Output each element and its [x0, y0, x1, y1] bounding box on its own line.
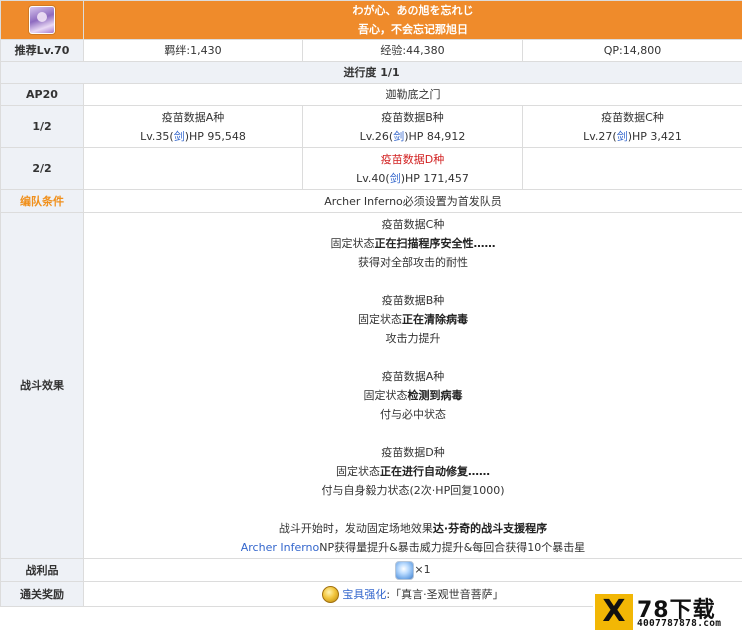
enemy-stats: Lv.35(剑)HP 95,548: [140, 129, 246, 143]
enemy-cell-empty: [521, 147, 742, 190]
effect-description: 付与自身毅力状态(2次·HP回复1000): [321, 483, 505, 497]
enemy-cell: 疫苗数据D种 Lv.40(剑)HP 171,457: [302, 147, 523, 190]
servant-link[interactable]: Archer Inferno: [241, 541, 320, 554]
effect-block: 疫苗数据A种 固定状态检测到病毒 付与必中状态: [84, 367, 742, 424]
effect-enemy: 疫苗数据D种: [381, 445, 445, 459]
bond-value: 羁绊:1,430: [83, 39, 303, 62]
enemy-name: 疫苗数据A种: [161, 110, 225, 124]
battle-effects-label: 战斗效果: [0, 212, 84, 559]
enemy-name: 疫苗数据D种: [380, 152, 445, 166]
effect-block: 疫苗数据B种 固定状态正在清除病毒 攻击力提升: [84, 291, 742, 348]
progress-label: 进行度 1/1: [0, 61, 742, 84]
site-watermark: X 78下载 4007787878.com: [593, 593, 742, 631]
quest-location: 迦勒底之门: [82, 83, 742, 106]
wave-label: 2/2: [0, 147, 84, 190]
reward-text: :「真言·圣观世音菩萨」: [386, 587, 504, 601]
effect-description: 付与必中状态: [380, 407, 447, 421]
enemy-stats: Lv.40(剑)HP 171,457: [356, 171, 469, 185]
enemy-cell: 疫苗数据B种 Lv.26(剑)HP 84,912: [302, 105, 523, 148]
effect-enemy: 疫苗数据C种: [381, 217, 445, 231]
crystal-icon[interactable]: [395, 560, 415, 580]
recommended-level: 推荐Lv.70: [0, 39, 84, 62]
enemy-cell: 疫苗数据A种 Lv.35(剑)HP 95,548: [83, 105, 303, 148]
watermark-url: 4007787878.com: [637, 618, 722, 629]
servant-icon-cell: [0, 0, 84, 40]
stats-row: 推荐Lv.70 羁绊:1,430 经验:44,380 QP:14,800: [0, 39, 742, 62]
wave-label: 1/2: [0, 105, 84, 148]
effect-enemy: 疫苗数据A种: [381, 369, 445, 383]
battle-effects-content: 疫苗数据C种 固定状态正在扫描程序安全性…… 获得对全部攻击的耐性 疫苗数据B种…: [82, 212, 742, 559]
effect-state: 固定状态正在清除病毒: [358, 312, 469, 326]
enemy-name: 疫苗数据C种: [601, 110, 664, 124]
enemy-name: 疫苗数据B种: [381, 110, 444, 124]
battle-effects-row: 战斗效果 疫苗数据C种 固定状态正在扫描程序安全性…… 获得对全部攻击的耐性 疫…: [0, 212, 742, 559]
quest-table: わが心、あの旭を忘れじ 吾心，不会忘记那旭日 推荐Lv.70 羁绊:1,430 …: [0, 0, 742, 607]
medal-icon: [322, 586, 340, 603]
formation-label: 编队条件: [0, 189, 84, 213]
ap-cost: AP20: [0, 83, 84, 106]
np-upgrade-link[interactable]: 宝具强化: [342, 588, 386, 601]
effect-block: 疫苗数据C种 固定状态正在扫描程序安全性…… 获得对全部攻击的耐性: [84, 215, 742, 272]
reward-label: 通关奖励: [0, 581, 84, 607]
enemy-stats: Lv.26(剑)HP 84,912: [359, 129, 466, 143]
wave-row-2: 2/2 疫苗数据D种 Lv.40(剑)HP 171,457: [0, 147, 742, 190]
effect-state: 固定状态正在扫描程序安全性……: [330, 236, 496, 250]
effect-state: 固定状态检测到病毒: [363, 388, 463, 402]
effect-enemy: 疫苗数据B种: [381, 293, 445, 307]
quest-title-jp: わが心、あの旭を忘れじ: [352, 4, 474, 17]
ap-row: AP20 迦勒底之门: [0, 83, 742, 106]
drop-count: ×1: [414, 563, 431, 577]
drops-content: ×1: [82, 558, 742, 582]
field-buff: Archer InfernoNP获得量提升&暴击威力提升&每回合获得10个暴击星: [240, 540, 586, 554]
enemy-cell-empty: [83, 147, 303, 190]
drops-row: 战利品 ×1: [0, 558, 742, 582]
class-link[interactable]: 剑: [617, 130, 628, 143]
qp-value: QP:14,800: [521, 39, 742, 62]
formation-condition: Archer Inferno必须设置为首发队员: [82, 189, 742, 213]
progress-row: 进行度 1/1: [0, 61, 742, 84]
quest-title: わが心、あの旭を忘れじ 吾心，不会忘记那旭日: [82, 0, 742, 40]
effect-description: 攻击力提升: [385, 331, 441, 345]
enemy-cell: 疫苗数据C种 Lv.27(剑)HP 3,421: [521, 105, 742, 148]
drops-label: 战利品: [0, 558, 84, 582]
enemy-stats: Lv.27(剑)HP 3,421: [583, 129, 682, 143]
watermark-x-logo: X: [595, 594, 633, 630]
class-link[interactable]: 剑: [393, 130, 404, 143]
servant-portrait-icon[interactable]: [29, 6, 55, 34]
effect-description: 获得对全部攻击的耐性: [358, 255, 469, 269]
effect-state: 固定状态正在进行自动修复……: [336, 464, 491, 478]
field-effect: 战斗开始时，发动固定场地效果达·芬奇的战斗支援程序: [278, 521, 548, 535]
class-link[interactable]: 剑: [390, 172, 401, 185]
quest-title-cn: 吾心，不会忘记那旭日: [358, 23, 469, 36]
class-link[interactable]: 剑: [174, 130, 185, 143]
effect-block: 疫苗数据D种 固定状态正在进行自动修复…… 付与自身毅力状态(2次·HP回复10…: [84, 443, 742, 500]
exp-value: 经验:44,380: [302, 39, 523, 62]
header-row: わが心、あの旭を忘れじ 吾心，不会忘记那旭日: [0, 0, 742, 40]
wave-row-1: 1/2 疫苗数据A种 Lv.35(剑)HP 95,548 疫苗数据B种 Lv.2…: [0, 105, 742, 148]
formation-row: 编队条件 Archer Inferno必须设置为首发队员: [0, 189, 742, 213]
